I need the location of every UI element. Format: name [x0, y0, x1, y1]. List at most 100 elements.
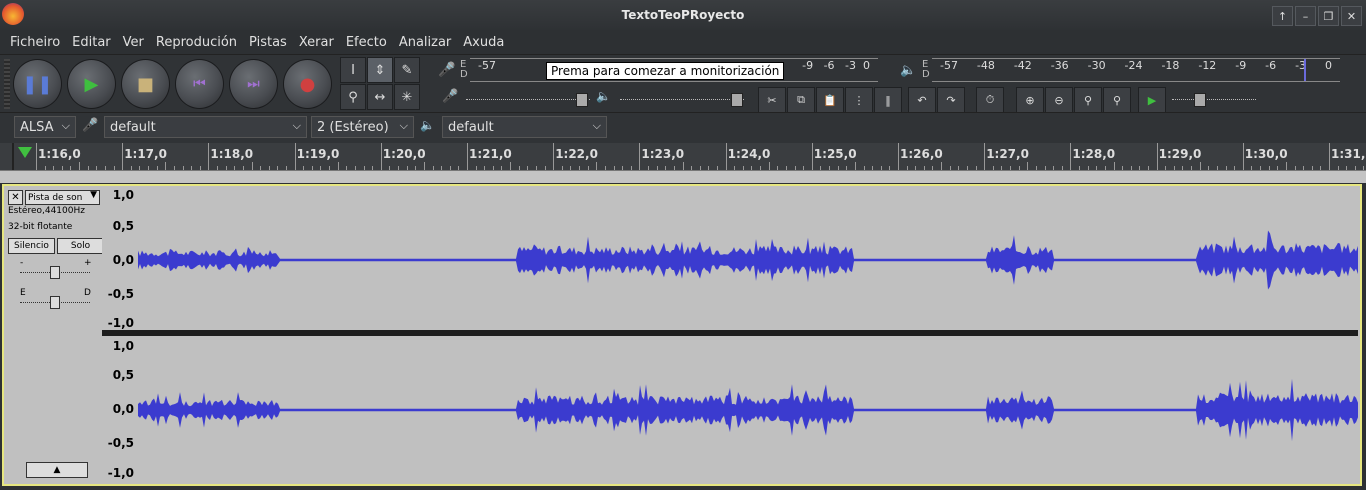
skip-end-button[interactable]: ⏭ — [228, 59, 278, 109]
zoom-in-button[interactable]: ⊕ — [1016, 87, 1044, 113]
device-toolbar: ALSA ⌵ 🎤 default ⌵ 2 (Estéreo) ⌵ 🔈 default ⌵ — [0, 112, 1366, 144]
scale-label: -1,0 — [107, 316, 134, 330]
play-at-speed-button[interactable]: ▶ — [1138, 87, 1166, 113]
zoom-out-button[interactable]: ⊖ — [1045, 87, 1073, 113]
menu-transport[interactable]: Reprodución — [150, 35, 243, 50]
draw-tool[interactable]: ✎ — [394, 57, 420, 83]
timeline-tick-mark — [553, 143, 555, 170]
playback-volume-thumb[interactable] — [731, 93, 743, 107]
recording-device-select[interactable]: default ⌵ — [104, 116, 307, 138]
solo-button[interactable]: Solo — [57, 238, 104, 254]
selection-tool[interactable]: I — [340, 57, 366, 83]
fit-project-icon: ⚲ — [1112, 93, 1122, 107]
speaker-icon: 🔈 — [420, 118, 435, 132]
waveform-right-channel[interactable] — [138, 336, 1358, 482]
redo-button[interactable]: ↷ — [937, 87, 965, 113]
playback-device-select[interactable]: default ⌵ — [442, 116, 607, 138]
recording-volume-slider[interactable] — [466, 99, 590, 101]
menu-file[interactable]: Ficheiro — [4, 35, 66, 50]
fit-project-button[interactable]: ⚲ — [1103, 87, 1131, 113]
paste-button[interactable]: 📋 — [816, 87, 844, 113]
audio-host-select[interactable]: ALSA ⌵ — [14, 116, 76, 138]
pan-slider-thumb[interactable] — [50, 296, 60, 309]
timeline-tick-label: 1:16,0 — [38, 147, 81, 161]
envelope-tool[interactable]: ⇕ — [367, 57, 393, 83]
chevron-down-icon: ⌵ — [592, 119, 601, 132]
menu-view[interactable]: Ver — [117, 35, 150, 50]
chevron-down-icon: ⌵ — [292, 119, 301, 132]
menu-help[interactable]: Axuda — [457, 35, 510, 50]
menu-analyze[interactable]: Analizar — [393, 35, 457, 50]
silence-icon: ‖ — [885, 93, 891, 107]
keep-above-button[interactable]: ↑ — [1272, 6, 1293, 26]
play-head-triangle-icon[interactable] — [18, 147, 32, 158]
timeline-tick-mark — [294, 143, 296, 170]
zoom-out-icon: ⊖ — [1054, 93, 1064, 107]
collapse-track-button[interactable]: ▲ — [26, 462, 88, 478]
undo-button[interactable]: ↶ — [908, 87, 936, 113]
stop-button[interactable]: ■ — [120, 59, 170, 109]
recording-volume-thumb[interactable] — [576, 93, 588, 107]
menu-generate[interactable]: Xerar — [293, 35, 340, 50]
collapse-icon: ▲ — [53, 465, 61, 475]
meter-tick: -9 — [1235, 59, 1247, 72]
trim-button[interactable]: ⋮ — [845, 87, 873, 113]
sync-lock-button[interactable]: ⏱ — [976, 87, 1004, 113]
track-close-button[interactable]: ✕ — [8, 190, 23, 205]
timeline-minor-tick — [854, 162, 856, 170]
menu-tracks[interactable]: Pistas — [243, 35, 293, 50]
zoom-tool[interactable]: ⚲ — [340, 84, 366, 110]
minimize-button[interactable]: – — [1295, 6, 1316, 26]
timeline-tick-mark — [122, 143, 124, 170]
window-title: TextoTeoPRoyecto — [621, 8, 745, 22]
timeshift-tool[interactable]: ↔ — [367, 84, 393, 110]
toolbar-area: ❚❚ ▶ ■ ⏮ ⏭ ● I ⇕ ✎ ⚲ ↔ ✳ 🎤 E D -57 -9 -6… — [0, 54, 1366, 113]
timeline-tick-label: 1:22,0 — [555, 147, 598, 161]
playback-meter[interactable]: 🔈 E D -57 -48 -42 -36 -30 -24 -18 -12 -9… — [900, 57, 1340, 83]
play-speed-slider[interactable] — [1172, 99, 1256, 101]
monitor-tooltip: Prema para comezar a monitorización — [546, 62, 785, 80]
audio-track[interactable]: ✕ Pista de son ▼ Estéreo,44100Hz 32-bit … — [2, 184, 1362, 486]
timeline-tick-label: 1:27,0 — [986, 147, 1029, 161]
fit-selection-button[interactable]: ⚲ — [1074, 87, 1102, 113]
play-speed-thumb[interactable] — [1194, 93, 1206, 107]
timeline-tick-label: 1:31,0 — [1331, 147, 1366, 161]
copy-button[interactable]: ⧉ — [787, 87, 815, 113]
pause-button[interactable]: ❚❚ — [12, 59, 62, 109]
timeline-minor-tick — [682, 162, 684, 170]
edit-toolbar: ✂ ⧉ 📋 ⋮ ‖ — [758, 87, 902, 113]
record-button[interactable]: ● — [282, 59, 332, 109]
waveform-right-svg — [138, 378, 1358, 442]
meter-tick: -6 — [1265, 59, 1277, 72]
scale-label: -0,5 — [107, 287, 134, 301]
timeline-tick-label: 1:19,0 — [296, 147, 340, 161]
cut-button[interactable]: ✂ — [758, 87, 786, 113]
meter-channel-labels: E D — [460, 59, 468, 80]
meter-channel-labels: E D — [922, 59, 930, 80]
close-window-button[interactable]: ✕ — [1341, 6, 1362, 26]
trim-icon: ⋮ — [853, 93, 865, 107]
multi-tool[interactable]: ✳ — [394, 84, 420, 110]
silence-button[interactable]: ‖ — [874, 87, 902, 113]
menu-edit[interactable]: Editar — [66, 35, 117, 50]
undo-toolbar: ↶ ↷ — [908, 87, 965, 113]
recording-channels-select[interactable]: 2 (Estéreo) ⌵ — [311, 116, 414, 138]
maximize-button[interactable]: ❐ — [1318, 6, 1339, 26]
timeline-tick-label: 1:24,0 — [727, 147, 771, 161]
toolbar-grip[interactable] — [4, 59, 10, 109]
timeline-tick-mark — [467, 143, 468, 170]
meter-tick: -57 — [478, 59, 496, 72]
track-name-menu[interactable]: Pista de son ▼ — [25, 190, 100, 205]
waveform-left-channel[interactable] — [138, 186, 1358, 330]
track-format-rate: Estéreo,44100Hz — [8, 206, 85, 216]
timeline-ruler[interactable]: 1:16,0 1:17,0 1:18,0 1:19,0 1:20,0 1:21,0 1:22… — [0, 143, 1366, 170]
play-button[interactable]: ▶ — [66, 59, 116, 109]
mute-button[interactable]: Silencio — [8, 238, 55, 254]
menu-effect[interactable]: Efecto — [340, 35, 393, 50]
playback-volume-slider[interactable] — [620, 99, 744, 101]
skip-start-button[interactable]: ⏮ — [174, 59, 224, 109]
gain-slider-thumb[interactable] — [50, 266, 60, 279]
timeline-scrub-bar[interactable] — [0, 170, 1366, 183]
playback-device-value: default — [448, 119, 494, 135]
timeline-tick-mark — [639, 143, 641, 170]
